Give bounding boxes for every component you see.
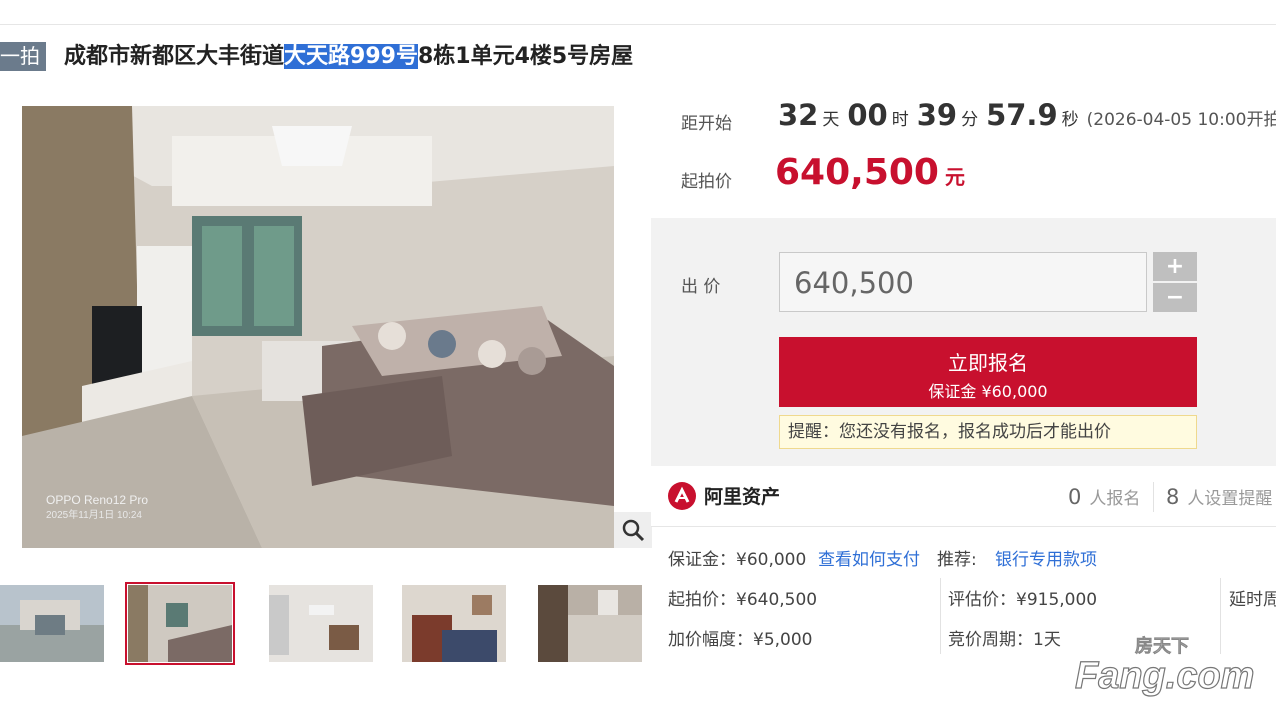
- cycle-info: 竞价周期：1天: [948, 630, 1061, 650]
- stat-divider: [1153, 482, 1154, 512]
- how-to-pay-link[interactable]: 查看如何支付: [818, 545, 920, 570]
- bank-account-link[interactable]: 银行专用款项: [995, 545, 1097, 570]
- countdown-timer: 32 天 00 时 39 分 57.9 秒 (2026-04-05 10:00开拍): [778, 98, 1276, 132]
- countdown-hours: 00: [847, 98, 888, 132]
- start-price-unit: 元: [944, 165, 965, 189]
- register-button-label: 立即报名: [948, 351, 1028, 375]
- register-notice: 提醒：您还没有报名，报名成功后才能出价: [779, 415, 1197, 449]
- thumbnail-4[interactable]: [402, 585, 506, 662]
- watermark-cn: 房天下: [1135, 635, 1189, 657]
- countdown-minutes: 39: [916, 98, 958, 132]
- days-unit: 天: [822, 110, 840, 130]
- title-highlight: 大天路999号: [284, 44, 418, 69]
- countdown-days: 32: [778, 98, 819, 132]
- watermark-en: Fang.com: [1075, 655, 1254, 697]
- deposit-info: 保证金：¥60,000: [668, 550, 807, 570]
- thumbnail-5[interactable]: [538, 585, 642, 662]
- hours-unit: 时: [891, 110, 909, 130]
- plus-icon[interactable]: +: [1153, 252, 1197, 281]
- delay-info: 延时周: [1229, 590, 1276, 610]
- living-room-image: OPPO Reno12 Pro 2025年11月1日 10:24: [22, 106, 614, 548]
- registered-count: 0: [1068, 485, 1082, 509]
- ali-logo-icon: [668, 482, 696, 510]
- reminder-label: 人设置提醒: [1187, 489, 1273, 509]
- main-photo[interactable]: OPPO Reno12 Pro 2025年11月1日 10:24: [22, 106, 614, 548]
- fang-watermark: 房天下 Fang.com: [1074, 630, 1275, 705]
- bid-label: 出 价: [681, 277, 721, 297]
- start-price-info: 起拍价：¥640,500: [668, 590, 818, 610]
- auction-round-badge: 一拍: [0, 42, 46, 71]
- thumbnail-1[interactable]: [0, 585, 104, 662]
- title-prefix: 成都市新都区大丰街道: [64, 44, 285, 69]
- register-button[interactable]: 立即报名 保证金 ¥60,000: [779, 337, 1197, 407]
- zoom-icon[interactable]: [614, 512, 652, 548]
- countdown-seconds: 57.9: [986, 98, 1058, 132]
- register-deposit-label: 保证金 ¥60,000: [928, 382, 1048, 401]
- minus-icon[interactable]: −: [1153, 283, 1197, 312]
- photo-watermark-brand: OPPO Reno12 Pro: [46, 493, 148, 507]
- increment-info: 加价幅度：¥5,000: [668, 630, 813, 650]
- seconds-unit: 秒: [1061, 110, 1079, 130]
- recommend-label: 推荐:: [937, 550, 977, 570]
- start-time-note: (2026-04-05 10:00开拍): [1086, 110, 1276, 130]
- photo-watermark-time: 2025年11月1日 10:24: [46, 508, 142, 521]
- registered-label: 人报名: [1089, 489, 1141, 509]
- details-divider-1: [940, 578, 941, 654]
- start-price: 640,500 元: [775, 152, 965, 193]
- thumbnail-3[interactable]: [269, 585, 373, 662]
- bid-amount-input[interactable]: 640,500: [779, 252, 1147, 312]
- reminder-count: 8: [1166, 485, 1180, 509]
- registered-stat: 0 人报名: [1068, 484, 1140, 509]
- page-title: 成都市新都区大丰街道大天路999号8栋1单元4楼5号房屋: [64, 41, 633, 73]
- countdown-label: 距开始: [681, 114, 732, 134]
- seller-name[interactable]: 阿里资产: [704, 482, 780, 509]
- title-suffix: 8栋1单元4楼5号房屋: [417, 44, 634, 69]
- bank-account-text[interactable]: 银行专用款项: [995, 550, 1097, 570]
- thumbnail-2-selected[interactable]: [125, 582, 235, 665]
- appraisal-info: 评估价：¥915,000: [948, 590, 1098, 610]
- reminder-stat: 8 人设置提醒: [1166, 484, 1272, 509]
- how-to-pay-text[interactable]: 查看如何支付: [818, 550, 920, 570]
- start-price-value: 640,500: [775, 152, 939, 193]
- start-price-label: 起拍价: [681, 172, 732, 192]
- minutes-unit: 分: [961, 110, 979, 130]
- top-divider: [0, 24, 1276, 25]
